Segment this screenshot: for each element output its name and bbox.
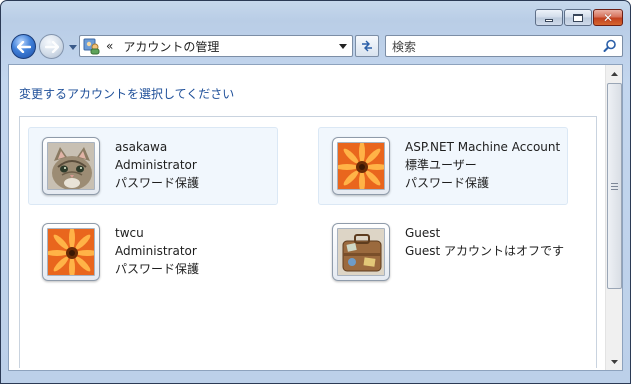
account-type: Administrator bbox=[115, 158, 197, 172]
control-panel-icon bbox=[83, 37, 101, 55]
account-type: Guest アカウントはオフです bbox=[405, 244, 565, 258]
address-bar[interactable]: « アカウントの管理 bbox=[79, 35, 353, 57]
page-title: 変更するアカウントを選択してください bbox=[19, 87, 235, 101]
suitcase-picture-icon bbox=[337, 228, 385, 276]
account-info: ASP.NET Machine Account 標準ユーザー パスワード保護 bbox=[405, 138, 560, 192]
scroll-thumb[interactable] bbox=[607, 83, 622, 289]
flower-picture-icon bbox=[47, 228, 95, 276]
close-icon: ✕ bbox=[602, 10, 614, 25]
avatar bbox=[42, 223, 100, 281]
avatar bbox=[332, 223, 390, 281]
minimize-button[interactable] bbox=[535, 9, 563, 26]
account-name: asakawa bbox=[115, 140, 168, 154]
breadcrumb-overflow[interactable]: « bbox=[106, 39, 113, 53]
content-area: 変更するアカウントを選択してください asakawa Administrator… bbox=[8, 64, 623, 371]
refresh-button[interactable] bbox=[355, 35, 379, 57]
account-info: Guest Guest アカウントはオフです bbox=[405, 224, 564, 260]
account-type: 標準ユーザー bbox=[405, 158, 477, 172]
recent-pages-button[interactable] bbox=[67, 42, 79, 52]
account-status: パスワード保護 bbox=[405, 176, 490, 190]
account-info: twcu Administrator パスワード保護 bbox=[115, 224, 199, 278]
kitten-picture-icon bbox=[47, 142, 95, 190]
account-tile-guest[interactable]: Guest Guest アカウントはオフです bbox=[318, 213, 568, 291]
account-status: パスワード保護 bbox=[115, 262, 200, 276]
account-type: Administrator bbox=[115, 244, 197, 258]
chevron-down-icon bbox=[69, 44, 77, 50]
search-input[interactable]: 検索 bbox=[392, 38, 416, 55]
arrow-right-icon bbox=[44, 40, 59, 53]
scroll-down-button[interactable] bbox=[607, 354, 622, 369]
avatar bbox=[42, 137, 100, 195]
account-info: asakawa Administrator パスワード保護 bbox=[115, 138, 199, 192]
scroll-down-icon bbox=[611, 359, 618, 364]
grip-icon bbox=[611, 182, 618, 190]
flower-picture-icon bbox=[337, 142, 385, 190]
avatar bbox=[332, 137, 390, 195]
search-box[interactable]: 検索 bbox=[385, 35, 623, 57]
account-name: twcu bbox=[115, 226, 144, 240]
arrow-left-icon bbox=[16, 40, 31, 53]
forward-button[interactable] bbox=[39, 34, 64, 59]
breadcrumb-current[interactable]: アカウントの管理 bbox=[123, 38, 219, 55]
account-name: Guest bbox=[405, 226, 441, 240]
caption-buttons: ✕ bbox=[535, 9, 623, 26]
search-icon[interactable] bbox=[603, 39, 617, 53]
maximize-button[interactable] bbox=[564, 9, 592, 26]
minimize-icon bbox=[545, 18, 553, 22]
close-button[interactable]: ✕ bbox=[593, 9, 623, 26]
window-frame: ✕ « アカウントの管理 検索 変更するアカウントを選択してください asaka… bbox=[0, 0, 631, 384]
maximize-icon bbox=[573, 13, 583, 22]
address-dropdown-icon[interactable] bbox=[339, 44, 347, 49]
account-status: パスワード保護 bbox=[115, 176, 200, 190]
back-button[interactable] bbox=[11, 34, 36, 59]
account-tile-aspnet[interactable]: ASP.NET Machine Account 標準ユーザー パスワード保護 bbox=[318, 127, 568, 205]
account-tile-asakawa[interactable]: asakawa Administrator パスワード保護 bbox=[28, 127, 278, 205]
scroll-up-icon bbox=[611, 71, 618, 76]
account-tile-twcu[interactable]: twcu Administrator パスワード保護 bbox=[28, 213, 278, 291]
account-name: ASP.NET Machine Account bbox=[405, 140, 561, 154]
vertical-scrollbar[interactable] bbox=[605, 65, 622, 370]
account-list: asakawa Administrator パスワード保護 ASP.NET Ma… bbox=[19, 116, 597, 368]
refresh-icon bbox=[362, 40, 372, 52]
scroll-up-button[interactable] bbox=[607, 66, 622, 81]
